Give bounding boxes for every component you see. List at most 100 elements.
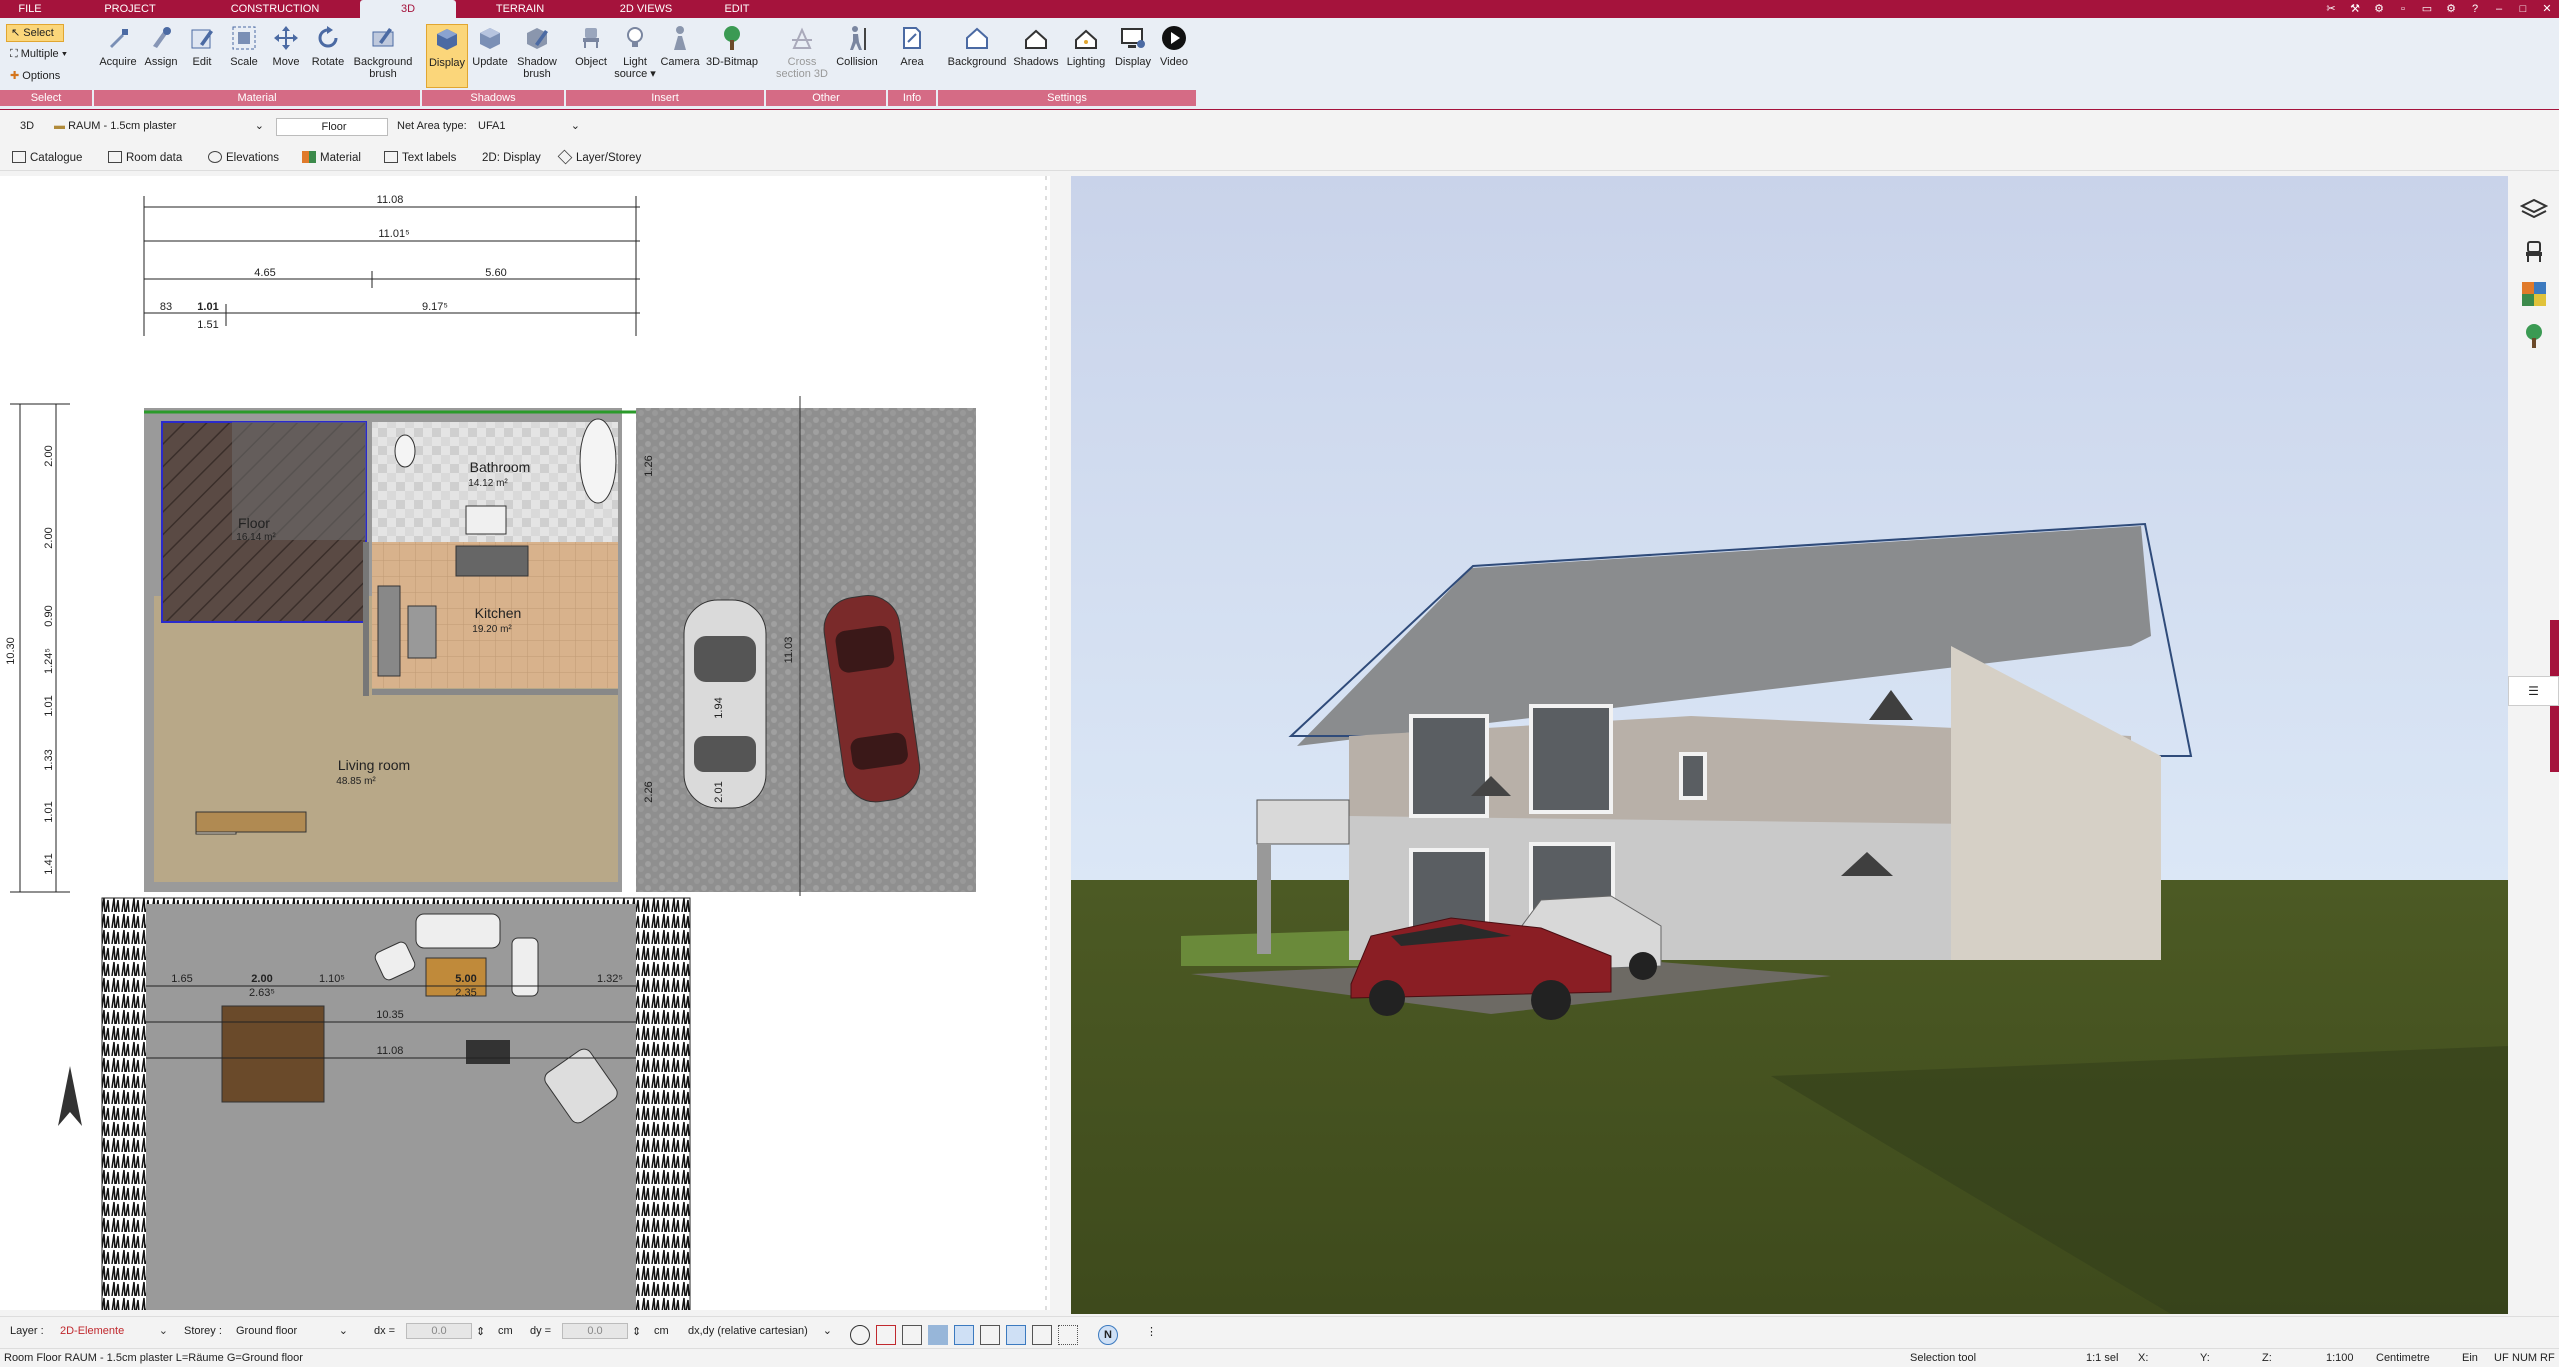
maximize-button[interactable]: □: [2511, 0, 2535, 18]
kitchen-stove[interactable]: [455, 545, 529, 577]
elevations-button[interactable]: Elevations: [208, 149, 279, 167]
snap-grid-icon[interactable]: [902, 1325, 922, 1345]
camera-button[interactable]: Camera: [658, 24, 702, 68]
background-label: Background: [947, 56, 1007, 68]
options-button[interactable]: ✚ Options: [6, 68, 86, 84]
net-area-combo[interactable]: UFA1 ⌄: [474, 118, 584, 136]
grid-icon[interactable]: [1058, 1325, 1078, 1345]
bathtub[interactable]: [579, 418, 617, 504]
floor-plan-view[interactable]: 11.08 11.01⁵ 4.65 5.60 9.17⁵ 1.01 1.51 8…: [0, 176, 1050, 1310]
kitchen-counter[interactable]: [377, 585, 401, 677]
white-car-topview[interactable]: [683, 599, 767, 809]
dim-small2: 1.51: [197, 319, 218, 331]
3d-render-canvas[interactable]: [1071, 176, 2508, 1314]
light-source-button[interactable]: Light source ▾: [612, 24, 658, 80]
area-button[interactable]: Area: [892, 24, 932, 68]
storey-combo[interactable]: Ground floor ⌄: [232, 1323, 350, 1341]
help-icon[interactable]: ?: [2463, 0, 2487, 18]
snap-icon[interactable]: [876, 1325, 896, 1345]
dx-spinner-icon[interactable]: ⇕: [476, 1325, 485, 1338]
outdoor-sofa[interactable]: [415, 913, 501, 949]
background-settings-button[interactable]: Background: [944, 24, 1010, 68]
floor-plan-canvas[interactable]: 11.08 11.01⁵ 4.65 5.60 9.17⁵ 1.01 1.51 8…: [0, 176, 1050, 1310]
sink-cabinet[interactable]: [465, 505, 507, 535]
minimize-button[interactable]: –: [2487, 0, 2511, 18]
window-settings-icon[interactable]: ⚙: [2439, 0, 2463, 18]
layers-icon[interactable]: [2520, 196, 2548, 224]
tab-2d-views[interactable]: 2D VIEWS: [608, 0, 684, 18]
room-data-button[interactable]: Room data: [108, 149, 182, 167]
assign-button[interactable]: Assign: [140, 24, 182, 68]
3d-view[interactable]: [1071, 176, 2508, 1314]
dx-input[interactable]: 0.0: [406, 1323, 472, 1339]
select-button[interactable]: ↖ Select: [6, 24, 64, 42]
text-labels-button[interactable]: Text labels: [384, 149, 456, 167]
tree-icon[interactable]: [2520, 322, 2548, 350]
tab-terrain[interactable]: TERRAIN: [485, 0, 555, 18]
snap-line-icon[interactable]: [954, 1325, 974, 1345]
cross-section-3d-button[interactable]: Cross section 3D: [772, 24, 832, 80]
terrace-dining-table[interactable]: [221, 1005, 325, 1103]
dim-left5: 1.01: [43, 695, 55, 716]
chevron-down-icon: ⌄: [570, 120, 580, 132]
minimize-ribbon-icon[interactable]: ▫: [2391, 0, 2415, 18]
north-icon[interactable]: N: [1098, 1325, 1118, 1345]
shadow-brush-button[interactable]: Shadow brush: [512, 24, 562, 80]
chair-catalogue-icon[interactable]: [2520, 238, 2548, 266]
dy-input[interactable]: 0.0: [562, 1323, 628, 1339]
catalogue-button[interactable]: Catalogue: [12, 149, 82, 167]
close-button[interactable]: ✕: [2535, 0, 2559, 18]
display-2d-button[interactable]: 2D: Display: [482, 149, 541, 167]
rotate-button[interactable]: Rotate: [308, 24, 348, 68]
room-combo[interactable]: ▬ RAUM - 1.5cm plaster ⌄: [50, 118, 268, 136]
edit-button[interactable]: Edit: [184, 24, 220, 68]
tab-edit[interactable]: EDIT: [712, 0, 762, 18]
floor-field[interactable]: Floor: [276, 118, 388, 136]
display-settings-button[interactable]: Display: [1110, 24, 1156, 68]
num-indicator: NUM: [2512, 1352, 2538, 1364]
dy-spinner-icon[interactable]: ⇕: [632, 1325, 641, 1338]
bitmap3d-button[interactable]: 3D-Bitmap: [704, 24, 760, 68]
wrench-icon[interactable]: ⚒: [2343, 0, 2367, 18]
shadows-settings-button[interactable]: Shadows: [1010, 24, 1062, 68]
layer-combo[interactable]: 2D-Elemente ⌄: [56, 1323, 170, 1341]
tab-project[interactable]: PROJECT: [100, 0, 160, 18]
material-button[interactable]: Material: [302, 149, 361, 167]
kitchen-chair[interactable]: [407, 605, 437, 659]
tv-cabinet[interactable]: [195, 811, 307, 833]
move-button[interactable]: Move: [268, 24, 304, 68]
display-shadows-button[interactable]: Display: [426, 24, 468, 88]
toilet[interactable]: [394, 434, 416, 468]
snap-angle-icon[interactable]: [980, 1325, 1000, 1345]
more-options-icon[interactable]: ⋮: [1146, 1325, 1157, 1338]
video-button[interactable]: Video: [1156, 24, 1192, 68]
lighting-settings-button[interactable]: Lighting: [1062, 24, 1110, 68]
object-button[interactable]: Object: [570, 24, 612, 68]
rotate-label: Rotate: [311, 56, 345, 68]
material-palette-icon[interactable]: [2520, 280, 2548, 308]
background-brush-button[interactable]: Background brush: [350, 24, 416, 80]
pane-splitter[interactable]: [1050, 176, 1071, 1314]
shadow-brush-label-1: Shadow: [517, 56, 557, 68]
layer-storey-button[interactable]: Layer/Storey: [557, 149, 641, 167]
snap-object-icon[interactable]: [928, 1325, 948, 1345]
snap-extra-icon[interactable]: [1032, 1325, 1052, 1345]
outdoor-armchair-right[interactable]: [511, 937, 539, 997]
restore-icon[interactable]: ▭: [2415, 0, 2439, 18]
snap-active-icon[interactable]: [1006, 1325, 1026, 1345]
clock-icon[interactable]: [850, 1325, 870, 1345]
update-shadows-button[interactable]: Update: [470, 24, 510, 68]
collision-button[interactable]: Collision: [832, 24, 882, 68]
window-upper-left: [1409, 714, 1489, 818]
coord-mode-combo[interactable]: dx,dy (relative cartesian) ⌄: [684, 1323, 834, 1341]
tab-file[interactable]: FILE: [0, 0, 60, 18]
hamburger-menu-icon[interactable]: ☰: [2508, 676, 2559, 706]
multiple-button[interactable]: ⛶ Multiple ▾: [6, 46, 92, 62]
settings-icon[interactable]: ⚙: [2367, 0, 2391, 18]
tools-icon[interactable]: ✂: [2319, 0, 2343, 18]
grill[interactable]: [466, 1040, 510, 1064]
tab-construction[interactable]: CONSTRUCTION: [220, 0, 330, 18]
scale-button[interactable]: Scale: [226, 24, 262, 68]
acquire-button[interactable]: Acquire: [96, 24, 140, 68]
tab-3d[interactable]: 3D: [360, 0, 456, 20]
